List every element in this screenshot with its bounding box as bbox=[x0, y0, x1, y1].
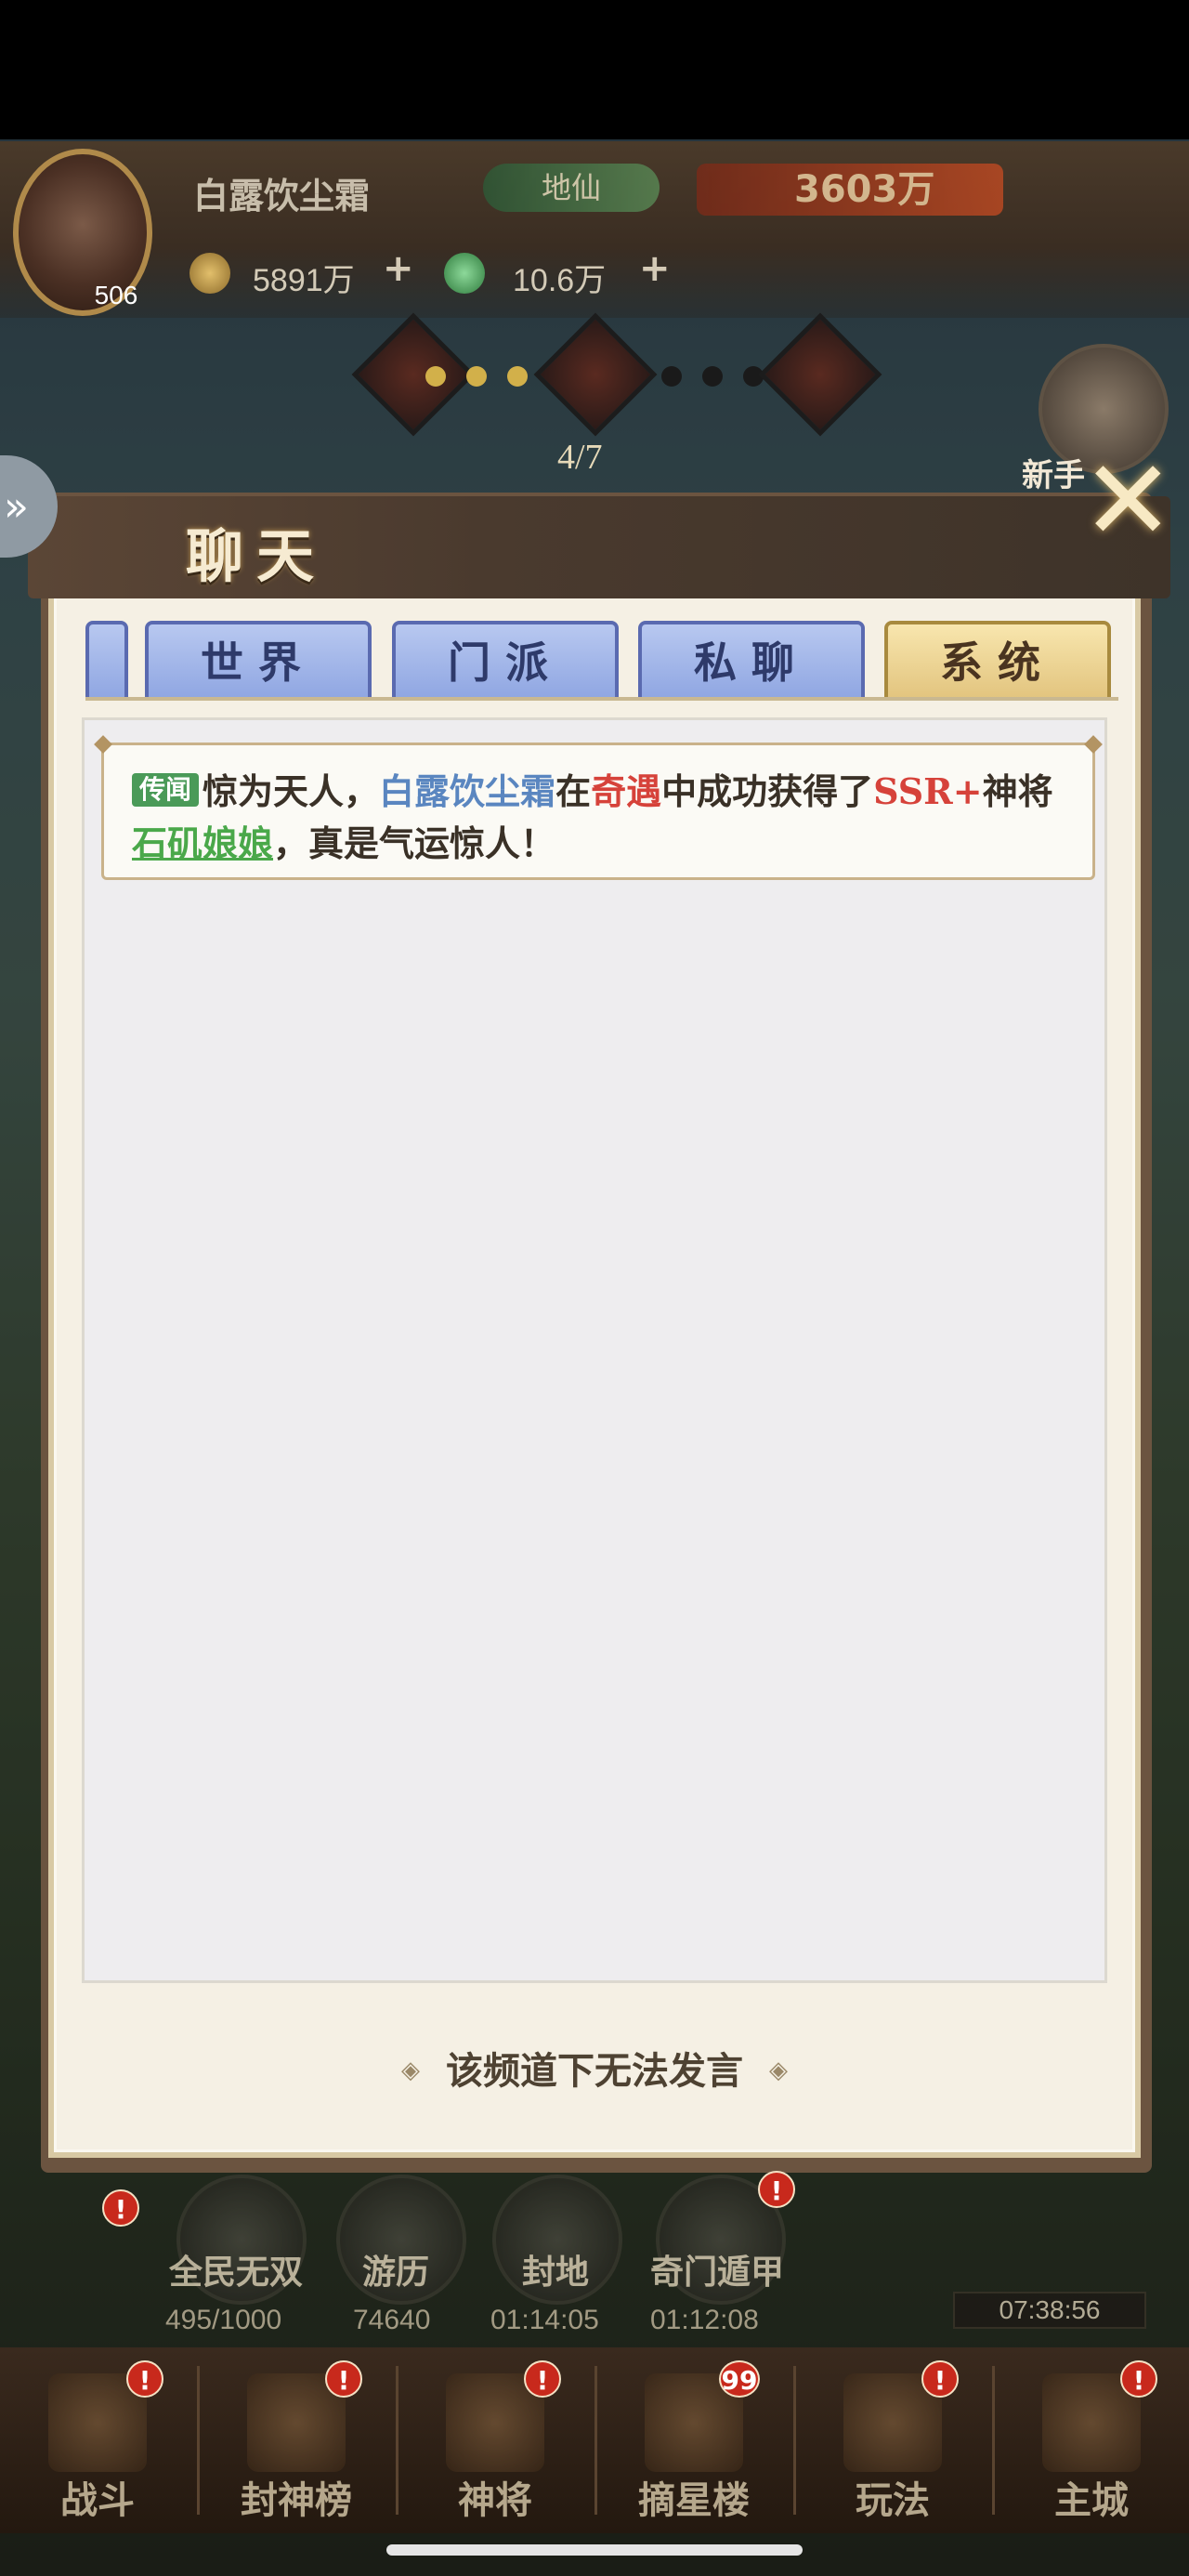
alert-badge: ! bbox=[524, 2360, 561, 2398]
message-part: 中成功获得了 bbox=[661, 770, 874, 812]
message-hero-link[interactable]: 石矶娘娘 bbox=[132, 822, 273, 864]
message-part: ，真是气运惊人！ bbox=[273, 822, 556, 864]
tab-world[interactable]: 世界 bbox=[145, 621, 372, 699]
alert-badge: ! bbox=[126, 2360, 163, 2398]
stage-dot bbox=[466, 366, 487, 387]
nav-label: 封神榜 bbox=[241, 2478, 352, 2522]
nav-play[interactable]: 玩法 bbox=[795, 2355, 990, 2531]
rumor-tag: 传闻 bbox=[132, 773, 200, 807]
jade-icon bbox=[444, 253, 485, 294]
quick-timer: 495/1000 bbox=[165, 2305, 282, 2335]
tab-overflow[interactable] bbox=[85, 621, 128, 699]
add-coins-button[interactable]: + bbox=[383, 247, 414, 290]
tab-system[interactable]: 系统 bbox=[884, 621, 1111, 699]
coin-icon bbox=[189, 253, 230, 294]
rank-label: 地仙 bbox=[541, 170, 601, 205]
message-part: 在 bbox=[555, 770, 592, 812]
diamond-deco-icon: ◈ bbox=[769, 2057, 788, 2084]
quick-label: 奇门遁甲 bbox=[650, 2253, 785, 2292]
chat-title: 聊天 bbox=[186, 522, 328, 590]
tab-underline bbox=[85, 697, 1118, 701]
tab-sect[interactable]: 门派 bbox=[392, 621, 619, 699]
double-chevron-icon: » bbox=[4, 483, 29, 531]
quick-label: 全民无双 bbox=[169, 2253, 304, 2292]
combat-power: 3603万 bbox=[697, 164, 1003, 216]
jade-amount: 10.6万 bbox=[513, 263, 607, 298]
nav-rank[interactable]: 封神榜 bbox=[199, 2355, 394, 2531]
nav-label: 战斗 bbox=[60, 2478, 135, 2522]
nav-hero[interactable]: 神将 bbox=[398, 2355, 593, 2531]
tab-private[interactable]: 私聊 bbox=[638, 621, 865, 699]
stage-progress: 4/7 bbox=[557, 438, 603, 477]
chest-timer: 07:38:56 bbox=[953, 2292, 1146, 2329]
message-part: 神将 bbox=[982, 770, 1053, 812]
stage-dot bbox=[661, 366, 682, 387]
quick-timer: 01:12:08 bbox=[650, 2305, 759, 2335]
quick-label: 游历 bbox=[362, 2253, 430, 2292]
message-rarity: SSR+ bbox=[873, 770, 983, 812]
alert-badge: ! bbox=[921, 2360, 959, 2398]
nav-tower[interactable]: 摘星楼 bbox=[596, 2355, 791, 2531]
nav-label: 神将 bbox=[458, 2478, 532, 2522]
close-icon: ✕ bbox=[1081, 437, 1175, 566]
close-button[interactable]: ✕ bbox=[1065, 446, 1176, 563]
stage-dot bbox=[507, 366, 528, 387]
nav-city[interactable]: 主城 bbox=[994, 2355, 1189, 2531]
coin-amount: 5891万 bbox=[253, 263, 355, 298]
alert-badge: ! bbox=[1120, 2360, 1157, 2398]
quick-timer: 74640 bbox=[353, 2305, 431, 2335]
message-text: 传闻 惊为天人，白露饮尘霜在奇遇中成功获得了SSR+神将石矶娘娘，真是气运惊人！ bbox=[132, 766, 1076, 870]
rank-badge: 地仙 bbox=[483, 164, 660, 212]
home-indicator[interactable] bbox=[386, 2544, 803, 2556]
stage-dot bbox=[702, 366, 723, 387]
message-part: 惊为天人， bbox=[203, 770, 380, 812]
nav-label: 摘星楼 bbox=[638, 2478, 750, 2522]
no-speak-text: 该频道下无法发言 bbox=[446, 2049, 743, 2093]
message-list[interactable]: 传闻 惊为天人，白露饮尘霜在奇遇中成功获得了SSR+神将石矶娘娘，真是气运惊人！ bbox=[82, 717, 1107, 1983]
stage-dot bbox=[425, 366, 446, 387]
message-event: 奇遇 bbox=[591, 770, 662, 812]
player-level: 506 bbox=[94, 281, 138, 309]
combat-power-value: 3603万 bbox=[794, 168, 935, 211]
quick-label: 封地 bbox=[522, 2253, 590, 2292]
chat-tabs: 世界 门派 私聊 系统 bbox=[85, 621, 1118, 699]
nav-label: 主城 bbox=[1054, 2478, 1129, 2522]
alert-badge: ! bbox=[325, 2360, 362, 2398]
diamond-deco-icon: ◈ bbox=[401, 2057, 420, 2084]
message-player-link[interactable]: 白露饮尘霜 bbox=[379, 770, 555, 812]
alert-badge: ! bbox=[758, 2171, 795, 2208]
player-name: 白露饮尘霜 bbox=[193, 176, 371, 217]
count-badge: 99 bbox=[719, 2360, 760, 2398]
nav-label: 玩法 bbox=[856, 2478, 930, 2522]
add-jade-button[interactable]: + bbox=[639, 247, 671, 290]
message-item: 传闻 惊为天人，白露饮尘霜在奇遇中成功获得了SSR+神将石矶娘娘，真是气运惊人！ bbox=[101, 743, 1095, 880]
alert-badge: ! bbox=[102, 2189, 139, 2227]
nav-battle[interactable]: 战斗 bbox=[0, 2355, 195, 2531]
no-speak-notice: ◈ 该频道下无法发言 ◈ bbox=[0, 2041, 1189, 2095]
quick-timer: 01:14:05 bbox=[490, 2305, 599, 2335]
